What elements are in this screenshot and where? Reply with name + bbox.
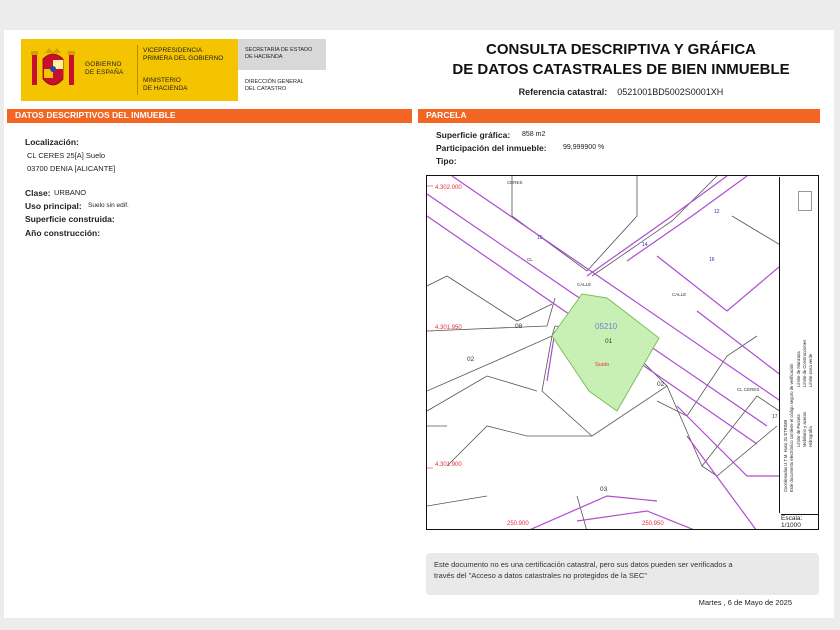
legend-item-7: Límite zona verde [808, 353, 813, 387]
direccion-label: DIRECCIÓN GENERAL DEL CATASTRO [245, 79, 304, 92]
target-parcel [551, 293, 660, 412]
parcel-number: 01 [605, 338, 613, 345]
document-title: CONSULTA DESCRIPTIVA Y GRÁFICA DE DATOS … [452, 41, 790, 78]
north-arrow-icon [798, 191, 812, 211]
map-label-08: 08 [515, 323, 523, 330]
gobierno-label: GOBIERNO DE ESPAÑA [85, 61, 124, 76]
map-label-16: 16 [709, 257, 715, 263]
coord-bottom-right: 250.950 [642, 521, 664, 527]
uso-principal-value: Suelo sin edif. [88, 202, 129, 209]
map-label-15: 15 [537, 235, 543, 241]
coat-of-arms-icon [31, 48, 75, 86]
secretaria-label: SECRETARÍA DE ESTADO DE HACIENDA [245, 47, 313, 60]
street-label-1: CERES [507, 180, 523, 185]
coord-mid-left: 4.301.950 [435, 325, 462, 331]
anio-construccion-label: Año construcción: [25, 228, 101, 238]
cadastral-map: 4.302.000 4.301.950 4.301.900 250.900 25… [426, 175, 819, 530]
left-band-underline [7, 122, 412, 123]
street-label-2: CL CERES [737, 387, 759, 392]
map-legend: Coordenadas U.T.M. Huso 31 ETRS89 Este d… [779, 177, 818, 513]
government-logo: GOBIERNO DE ESPAÑA VICEPRESIDENCIA PRIMERA… [21, 39, 326, 101]
document-date: Martes , 6 de Mayo de 2025 [698, 598, 792, 607]
map-label-12: 12 [714, 209, 720, 215]
escala-label: Escala: [781, 515, 803, 522]
legend-item-6: Mobiliario y aceras [802, 412, 807, 447]
participacion-label: Participación del inmueble: [436, 143, 547, 153]
legend-item-5: Límite de Construcciones [802, 339, 807, 387]
street-label-4: CL [527, 257, 533, 262]
legend-item-8: Hidrografía [808, 426, 813, 447]
parcela-header: PARCELA [418, 109, 820, 122]
parcel-use: Suelo [595, 362, 609, 368]
map-label-02-right: 02 [657, 381, 665, 388]
street-label-3: CALLE [672, 292, 686, 297]
map-label-14: 14 [642, 242, 648, 248]
clase-label: Clase: [25, 188, 51, 198]
legend-item-1: Coordenadas U.T.M. Huso 31 ETRS89 [783, 419, 788, 492]
map-label-02-left: 02 [467, 356, 475, 363]
escala-value: 1/1000 [781, 522, 801, 529]
localizacion-line2: 03700 DENIA [ALICANTE] [27, 164, 116, 173]
legend-item-3: Límite de Manzana [796, 351, 801, 387]
participacion-value: 99,999900 % [563, 144, 605, 151]
parcel-id: 05210 [595, 322, 618, 331]
map-label-17: 17 [772, 414, 778, 420]
legend-item-2: Este documento electrónico contiene el c… [789, 363, 794, 493]
vicepresidencia-label: VICEPRESIDENCIA PRIMERA DEL GOBIERNO [143, 47, 224, 62]
logo-divider [137, 45, 138, 95]
ministerio-label: MINISTERIO DE HACIENDA [143, 77, 188, 92]
tipo-label: Tipo: [436, 156, 457, 166]
verification-note: Este documento no es una certificación c… [426, 553, 819, 595]
superficie-grafica-label: Superficie gráfica: [436, 130, 511, 140]
coord-bottom-mid: 250.900 [507, 521, 529, 527]
superficie-grafica-value: 858 m2 [522, 131, 546, 138]
note-line1: Este documento no es una certificación c… [434, 560, 733, 569]
clase-value: URBANO [54, 188, 87, 197]
coord-low-left: 4.301.900 [435, 462, 462, 468]
datos-descriptivos-header: DATOS DESCRIPTIVOS DEL INMUEBLE [7, 109, 412, 122]
map-drawing: 4.302.000 4.301.950 4.301.900 250.900 25… [427, 176, 818, 529]
localizacion-line1: CL CERES 25[A] Suelo [27, 151, 106, 160]
legend-item-4: Límite de Parcela [796, 414, 801, 447]
referencia-catastral: Referencia catastral: 0521001BD5002S0001X… [518, 87, 724, 97]
coord-top-left: 4.302.000 [435, 185, 462, 191]
escala-box: Escala: 1/1000 [781, 514, 819, 529]
right-band-underline [418, 122, 820, 123]
superficie-construida-label: Superficie construida: [25, 214, 115, 224]
street-label-5: CALLE [577, 282, 591, 287]
localizacion-label: Localización: [25, 137, 79, 147]
map-label-03: 03 [600, 486, 608, 493]
note-line2: través del "Acceso a datos catastrales n… [434, 571, 647, 580]
uso-principal-label: Uso principal: [25, 201, 82, 211]
